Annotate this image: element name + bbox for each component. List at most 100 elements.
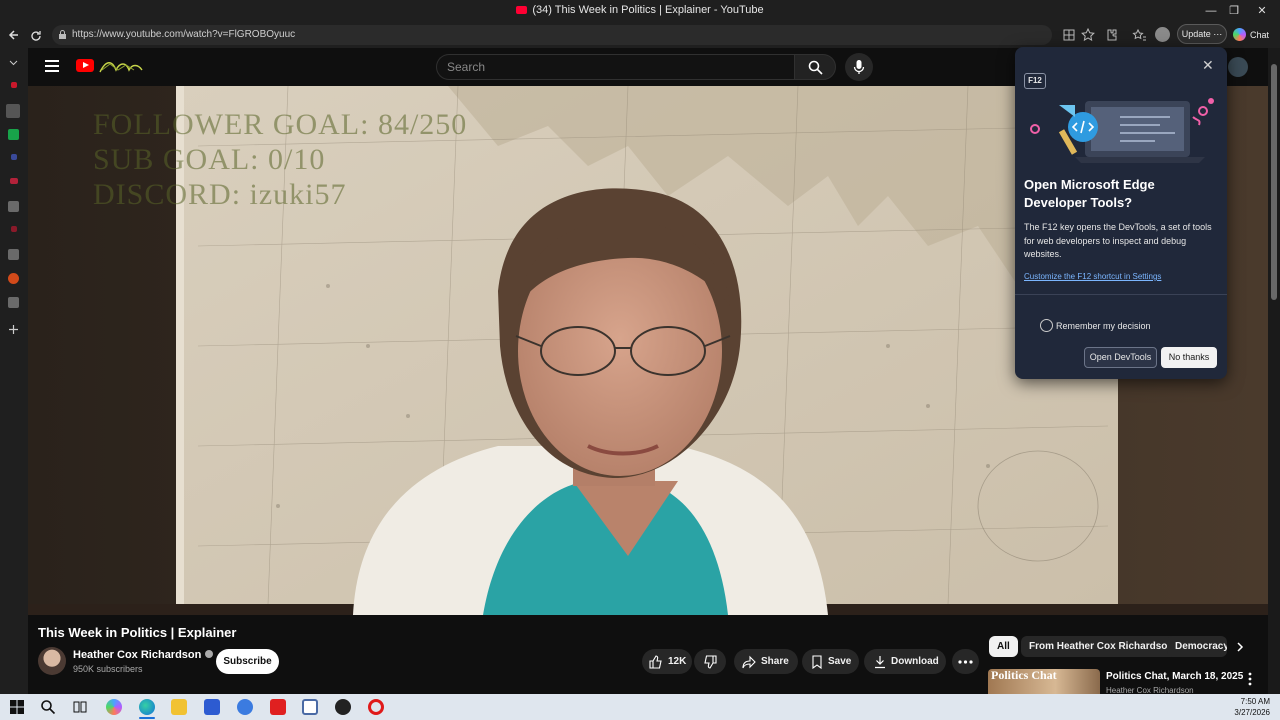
tab-icon-gray-1[interactable]: [8, 201, 19, 212]
site-info-icon[interactable]: [58, 29, 67, 40]
network-app-icon[interactable]: [237, 699, 253, 715]
minimize-icon[interactable]: —: [1200, 3, 1222, 19]
save-button[interactable]: Save: [802, 649, 859, 674]
chevron-down-icon[interactable]: [8, 57, 19, 68]
search-icon: [808, 60, 823, 75]
new-tab-plus-icon[interactable]: [8, 324, 19, 335]
update-button[interactable]: Update ⋯: [1177, 24, 1227, 44]
dialog-description: The F12 key opens the DevTools, a set of…: [1024, 222, 1212, 259]
channel-name[interactable]: Heather Cox Richardson: [73, 649, 214, 661]
copilot-chat-button[interactable]: Chat: [1233, 26, 1277, 44]
favorites-icon[interactable]: [1131, 27, 1147, 43]
next-video-title[interactable]: Politics Chat, March 18, 2025: [1106, 671, 1243, 682]
bookmark-icon: [812, 655, 822, 669]
youtube-logo-icon[interactable]: [76, 59, 94, 72]
stream-overlay-sub-goal: SUB GOAL: 0/10: [93, 143, 326, 176]
youtube-doodle-logo[interactable]: [98, 58, 144, 74]
chip-from-channel[interactable]: From Heather Cox Richardson: [1021, 636, 1182, 657]
file-explorer-icon[interactable]: [171, 699, 187, 715]
dislike-button[interactable]: [694, 649, 726, 674]
share-label: Share: [761, 656, 789, 667]
store-icon[interactable]: [204, 699, 220, 715]
steam-app-icon[interactable]: [335, 699, 351, 715]
edge-sidebar: [0, 48, 28, 694]
system-clock[interactable]: 7:50 AM 3/27/2026: [1234, 696, 1270, 718]
open-devtools-button[interactable]: Open DevTools: [1084, 347, 1157, 368]
favorite-star-icon[interactable]: [1080, 27, 1096, 43]
update-label: Update: [1181, 29, 1211, 39]
next-video-thumbnail[interactable]: Politics Chat: [988, 669, 1100, 694]
stream-overlay-follower-goal: FOLLOWER GOAL: 84/250: [93, 108, 468, 141]
edge-browser-icon[interactable]: [139, 699, 155, 715]
close-icon[interactable]: ✕: [1202, 57, 1214, 74]
close-window-icon[interactable]: ✕: [1251, 3, 1273, 19]
browser-title-bar: (34) This Week in Politics | Explainer -…: [0, 0, 1280, 22]
tab-icon-news[interactable]: [10, 178, 18, 184]
opera-app-icon[interactable]: [368, 699, 384, 715]
page-scrollbar[interactable]: [1268, 48, 1280, 694]
voice-search-button[interactable]: [845, 53, 873, 81]
copilot-app-icon[interactable]: [106, 699, 122, 715]
devtools-prompt-dialog: F12 ✕ Open Microsoft Edge Developer Tool…: [1015, 47, 1227, 379]
customize-shortcut-link[interactable]: Customize the F12 shortcut in Settings: [1024, 272, 1161, 281]
tab-icon-gray-3[interactable]: [8, 297, 19, 308]
dialog-heading: Open Microsoft Edge Developer Tools?: [1024, 177, 1155, 210]
search-icon[interactable]: [40, 699, 56, 715]
microphone-icon: [853, 60, 865, 74]
windows-start-icon[interactable]: [9, 699, 25, 715]
youtube-favicon-icon: [516, 6, 528, 14]
more-actions-button[interactable]: [952, 649, 979, 674]
notepad-app-icon[interactable]: [302, 699, 318, 715]
more-vertical-icon[interactable]: [1248, 672, 1252, 686]
task-view-icon[interactable]: [72, 699, 88, 715]
menu-icon[interactable]: [45, 60, 59, 72]
f12-key-badge: F12: [1024, 73, 1046, 89]
channel-avatar[interactable]: [38, 647, 66, 675]
scrollbar-thumb[interactable]: [1271, 64, 1277, 300]
reddit-tab-icon[interactable]: [8, 273, 19, 284]
download-button[interactable]: Download: [864, 649, 946, 674]
tab-icon-blue[interactable]: [11, 154, 17, 160]
devtools-illustration: [1030, 98, 1214, 163]
chat-label: Chat: [1250, 30, 1270, 40]
remember-decision-radio[interactable]: [1040, 319, 1053, 332]
more-horizontal-icon: [958, 660, 973, 664]
active-app-indicator: [139, 717, 155, 719]
muted-tab-icon[interactable]: [6, 104, 20, 118]
no-thanks-button[interactable]: No thanks: [1161, 347, 1217, 368]
tab-icon-gray-2[interactable]: [8, 249, 19, 260]
divider: [1015, 294, 1227, 295]
tab-title[interactable]: (34) This Week in Politics | Explainer -…: [0, 4, 1280, 16]
chip-all[interactable]: All: [989, 636, 1018, 657]
search-button[interactable]: [794, 54, 836, 80]
search-box[interactable]: [436, 54, 794, 80]
video-title: This Week in Politics | Explainer: [38, 625, 237, 640]
back-arrow-icon[interactable]: [6, 27, 22, 43]
windows-taskbar: 7:50 AM 3/27/2026: [0, 694, 1280, 720]
share-button[interactable]: Share: [734, 649, 798, 674]
address-bar-row: https://www.youtube.com/watch?v=FlGROBOy…: [0, 22, 1280, 48]
thumbs-up-icon: [649, 655, 662, 669]
chip-democracy[interactable]: Democracy: [1167, 636, 1227, 657]
account-avatar[interactable]: [1228, 57, 1248, 77]
youtube-tab-icon[interactable]: [11, 82, 17, 88]
clock-time: 7:50 AM: [1240, 697, 1270, 706]
like-button[interactable]: 12K: [642, 649, 692, 674]
url-text: https://www.youtube.com/watch?v=FlGROBOy…: [72, 29, 296, 40]
refresh-icon[interactable]: [28, 28, 44, 44]
save-label: Save: [828, 656, 852, 667]
subscriber-count: 950K subscribers: [73, 664, 143, 674]
tab-icon-red[interactable]: [11, 226, 17, 232]
tab-icon-green[interactable]: [8, 129, 19, 140]
restore-icon[interactable]: ❐: [1223, 3, 1245, 19]
search-input[interactable]: [437, 55, 794, 79]
chevron-right-icon[interactable]: [1234, 641, 1246, 653]
subscribe-button[interactable]: Subscribe: [216, 649, 279, 674]
app-available-icon[interactable]: [1061, 27, 1077, 43]
thumbs-down-icon: [704, 655, 717, 669]
extensions-icon[interactable]: [1103, 27, 1119, 43]
url-field[interactable]: https://www.youtube.com/watch?v=FlGROBOy…: [52, 25, 1052, 45]
like-count: 12K: [668, 656, 687, 667]
youtube-app-icon[interactable]: [270, 699, 286, 715]
profile-avatar-icon[interactable]: [1155, 27, 1170, 42]
